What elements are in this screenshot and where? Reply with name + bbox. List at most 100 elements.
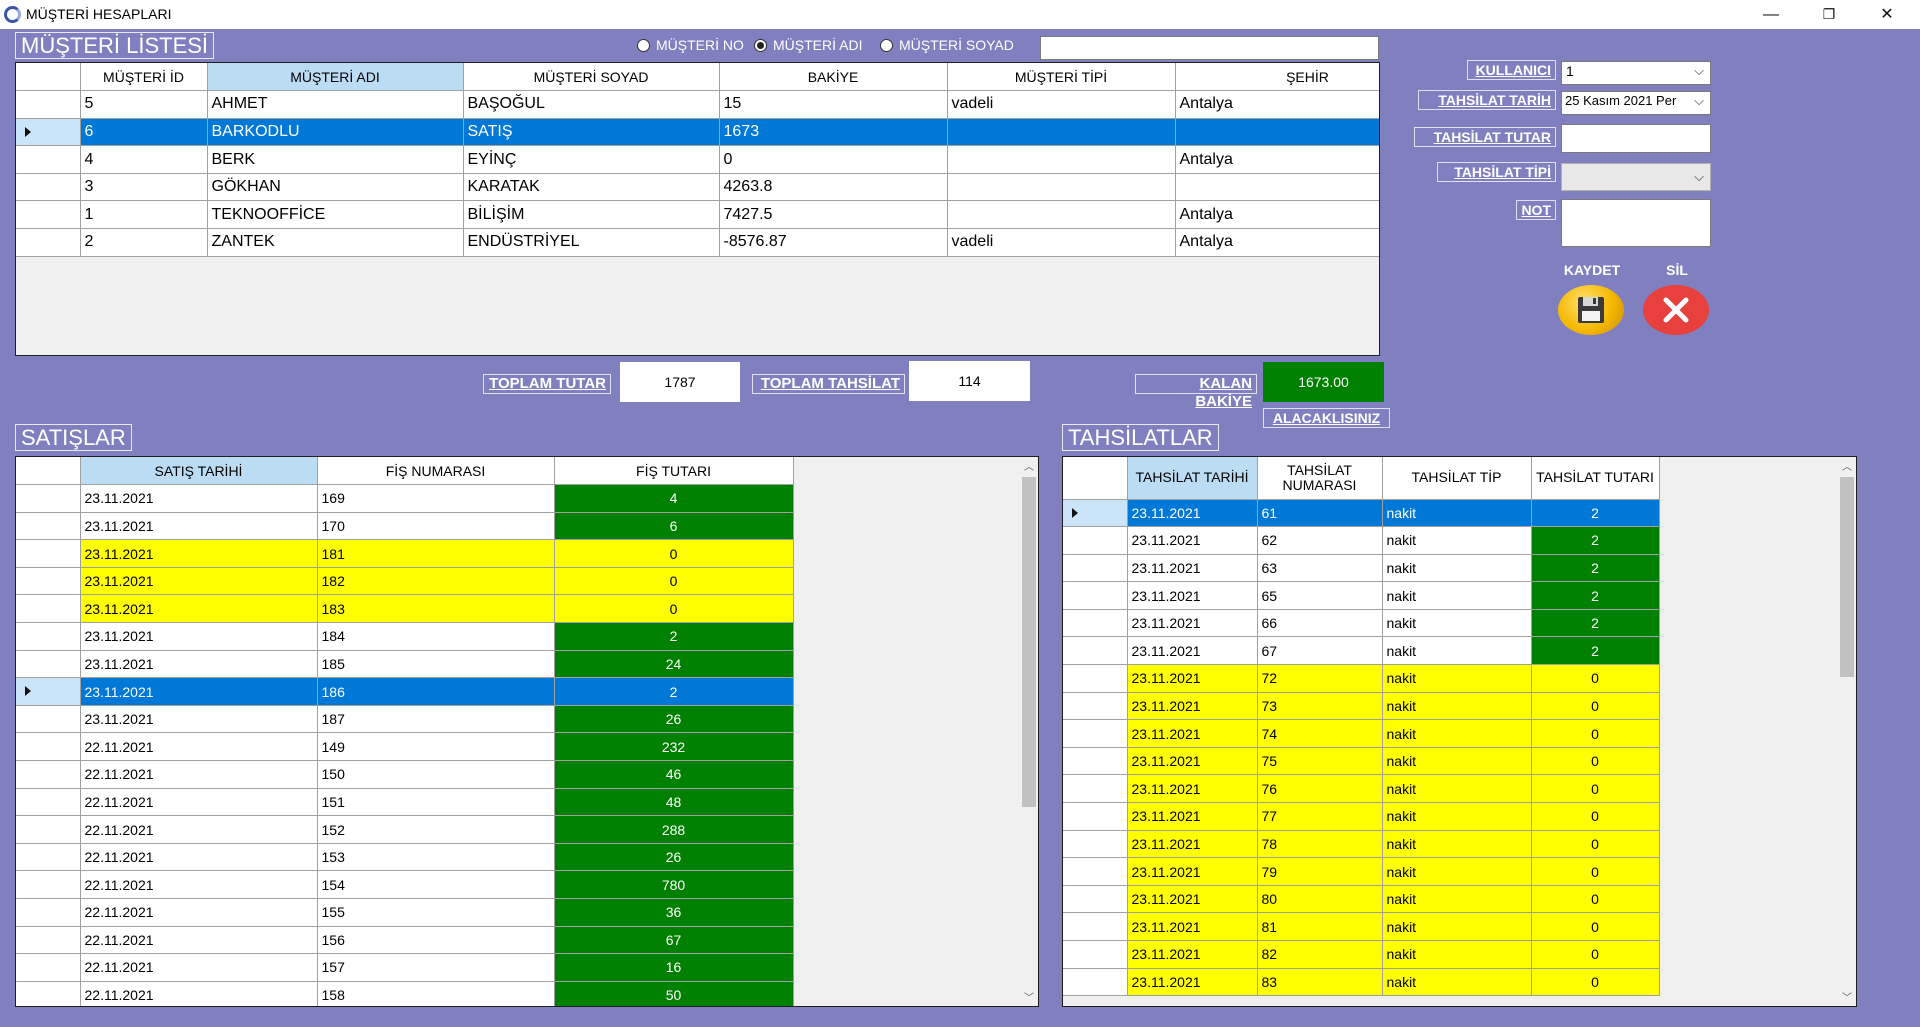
- customer-cell[interactable]: 3: [80, 173, 208, 202]
- row-selector[interactable]: [1063, 664, 1128, 693]
- column-header[interactable]: ŞEHİR: [1175, 63, 1379, 92]
- sales-cell[interactable]: 23.11.2021: [80, 567, 318, 596]
- row-selector[interactable]: [1063, 857, 1128, 886]
- customer-cell[interactable]: TEKNOOFFİCE: [207, 200, 464, 230]
- collection-cell[interactable]: 0: [1531, 719, 1660, 748]
- sales-cell[interactable]: 184: [317, 622, 555, 651]
- collection-row[interactable]: 23.11.2021 83 nakit 0: [1063, 968, 1660, 997]
- collection-cell[interactable]: 65: [1257, 581, 1383, 610]
- collection-cell[interactable]: 0: [1531, 857, 1660, 886]
- collection-row[interactable]: 23.11.2021 62 nakit 2: [1063, 526, 1660, 555]
- sales-cell[interactable]: 22.11.2021: [80, 898, 318, 927]
- sales-row[interactable]: 23.11.2021 184 2: [16, 622, 794, 651]
- row-selector[interactable]: [1063, 802, 1128, 831]
- collection-cell[interactable]: 76: [1257, 774, 1383, 804]
- row-selector[interactable]: [16, 760, 81, 789]
- collection-row[interactable]: 23.11.2021 67 nakit 2: [1063, 636, 1660, 666]
- collection-cell[interactable]: 23.11.2021: [1127, 499, 1258, 528]
- sales-cell[interactable]: 26: [554, 843, 794, 872]
- customer-cell[interactable]: 1673: [719, 118, 948, 147]
- sales-row[interactable]: 22.11.2021 152 288: [16, 815, 794, 844]
- customer-cell[interactable]: vadeli: [947, 90, 1176, 119]
- not-textarea[interactable]: [1561, 199, 1711, 247]
- collection-cell[interactable]: 0: [1531, 940, 1660, 969]
- sales-cell[interactable]: 170: [317, 512, 555, 541]
- customer-cell[interactable]: -8576.87: [719, 228, 948, 257]
- collection-cell[interactable]: nakit: [1382, 802, 1532, 831]
- collection-cell[interactable]: nakit: [1382, 554, 1532, 583]
- customer-cell[interactable]: GÖKHAN: [207, 173, 464, 202]
- close-button[interactable]: ✕: [1858, 0, 1916, 29]
- customer-cell[interactable]: BERK: [207, 145, 464, 174]
- sales-row[interactable]: 23.11.2021 185 24: [16, 650, 794, 679]
- row-selector[interactable]: [16, 981, 81, 1006]
- sales-cell[interactable]: 152: [317, 815, 555, 844]
- collection-cell[interactable]: nakit: [1382, 692, 1532, 721]
- column-header[interactable]: SATIŞ TARİHİ: [80, 457, 318, 486]
- sales-cell[interactable]: 2: [554, 622, 794, 651]
- row-selector[interactable]: [16, 732, 81, 762]
- collection-cell[interactable]: 63: [1257, 554, 1383, 583]
- column-header[interactable]: MÜŞTERİ SOYAD: [463, 63, 720, 92]
- column-header[interactable]: FİŞ NUMARASI: [317, 457, 555, 486]
- sales-cell[interactable]: 182: [317, 567, 555, 596]
- sales-row[interactable]: 23.11.2021 187 26: [16, 705, 794, 734]
- sales-cell[interactable]: 155: [317, 898, 555, 927]
- sales-cell[interactable]: 48: [554, 788, 794, 817]
- row-selector[interactable]: [1063, 774, 1128, 804]
- column-header[interactable]: TAHSİLAT NUMARASI: [1257, 457, 1383, 500]
- collection-cell[interactable]: 0: [1531, 747, 1660, 776]
- sales-cell[interactable]: 22.11.2021: [80, 926, 318, 955]
- sales-row[interactable]: 22.11.2021 155 36: [16, 898, 794, 927]
- sales-row[interactable]: 23.11.2021 182 0: [16, 567, 794, 596]
- sales-row[interactable]: 23.11.2021 181 0: [16, 539, 794, 568]
- collection-cell[interactable]: 80: [1257, 885, 1383, 914]
- collection-row[interactable]: 23.11.2021 76 nakit 0: [1063, 774, 1660, 804]
- collection-cell[interactable]: 23.11.2021: [1127, 857, 1258, 886]
- sales-cell[interactable]: 0: [554, 539, 794, 568]
- collection-cell[interactable]: 23.11.2021: [1127, 609, 1258, 638]
- sales-cell[interactable]: 0: [554, 567, 794, 596]
- row-selector[interactable]: [16, 200, 81, 230]
- restore-button[interactable]: ❐: [1800, 0, 1858, 29]
- column-header[interactable]: TAHSİLAT TUTARI: [1531, 457, 1660, 500]
- collection-row[interactable]: 23.11.2021 65 nakit 2: [1063, 581, 1660, 610]
- collection-cell[interactable]: 73: [1257, 692, 1383, 721]
- scroll-down-icon[interactable]: ﹀: [1020, 989, 1038, 1004]
- customer-cell[interactable]: vadeli: [947, 228, 1176, 257]
- sales-cell[interactable]: 183: [317, 594, 555, 624]
- collection-cell[interactable]: nakit: [1382, 940, 1532, 969]
- collection-cell[interactable]: 2: [1531, 526, 1660, 555]
- row-selector[interactable]: [16, 843, 81, 872]
- customer-cell[interactable]: AHMET: [207, 90, 464, 119]
- collection-cell[interactable]: 83: [1257, 968, 1383, 997]
- sales-cell[interactable]: 46: [554, 760, 794, 789]
- collection-cell[interactable]: 78: [1257, 830, 1383, 859]
- customer-cell[interactable]: 1: [80, 200, 208, 230]
- row-selector[interactable]: [16, 173, 81, 202]
- sales-cell[interactable]: 185: [317, 650, 555, 679]
- sales-cell[interactable]: 23.11.2021: [80, 539, 318, 568]
- customer-cell[interactable]: 0: [719, 145, 948, 174]
- collection-cell[interactable]: nakit: [1382, 857, 1532, 886]
- customer-cell[interactable]: Antalya: [1175, 90, 1379, 119]
- customer-cell[interactable]: SATIŞ: [463, 118, 720, 147]
- collection-cell[interactable]: nakit: [1382, 664, 1532, 693]
- sales-cell[interactable]: 24: [554, 650, 794, 679]
- collection-cell[interactable]: 23.11.2021: [1127, 581, 1258, 610]
- row-selector[interactable]: [16, 815, 81, 844]
- customer-row[interactable]: 2 ZANTEK ENDÜSTRİYEL -8576.87 vadeli Antalya: [16, 228, 1379, 257]
- radio-customer-surname[interactable]: MÜŞTERİ SOYAD: [880, 37, 1014, 53]
- sales-cell[interactable]: 22.11.2021: [80, 870, 318, 899]
- customer-row[interactable]: 6 BARKODLU SATIŞ 1673: [16, 118, 1379, 147]
- sales-cell[interactable]: 22.11.2021: [80, 760, 318, 789]
- collection-cell[interactable]: 2: [1531, 499, 1660, 528]
- sales-cell[interactable]: 22.11.2021: [80, 953, 318, 982]
- row-selector[interactable]: [1063, 940, 1128, 969]
- sales-cell[interactable]: 149: [317, 732, 555, 762]
- row-selector[interactable]: [1063, 692, 1128, 721]
- sales-cell[interactable]: 6: [554, 512, 794, 541]
- collection-row[interactable]: 23.11.2021 74 nakit 0: [1063, 719, 1660, 748]
- collection-cell[interactable]: 23.11.2021: [1127, 554, 1258, 583]
- collection-cell[interactable]: nakit: [1382, 830, 1532, 859]
